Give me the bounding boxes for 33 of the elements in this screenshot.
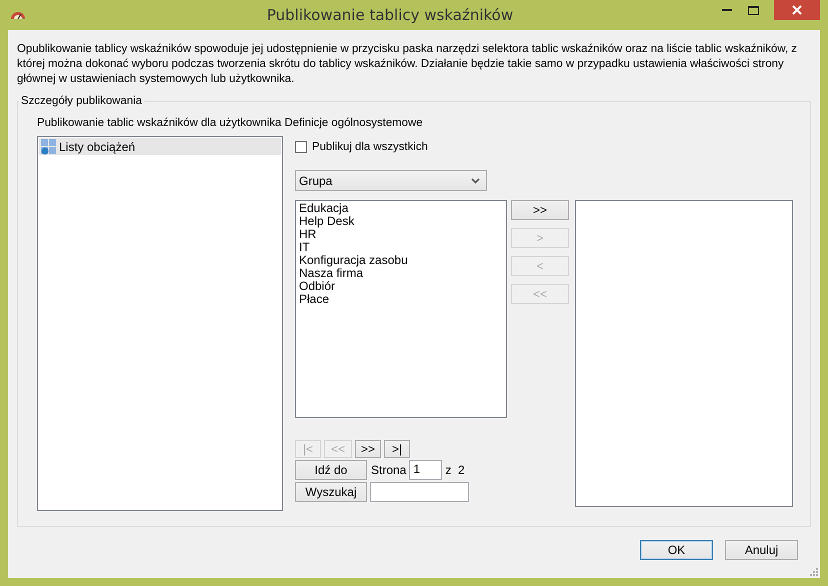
list-item[interactable]: Edukacja (299, 202, 348, 215)
list-item[interactable]: Odbiór (299, 280, 336, 293)
search-button[interactable]: Wyszukaj (295, 482, 367, 502)
list-item[interactable]: Nasza firma (299, 267, 364, 280)
chevron-down-icon (471, 178, 480, 184)
dashboard-icon (41, 138, 57, 154)
list-item[interactable]: IT (299, 241, 310, 254)
pager-button[interactable]: >> (355, 440, 381, 458)
transfer-button[interactable]: >> (511, 200, 569, 220)
tree-item[interactable]: Listy obciążeń (39, 138, 281, 155)
search-field[interactable] (370, 482, 469, 502)
checkbox[interactable] (295, 141, 307, 153)
goto-button[interactable]: Idź do (295, 460, 367, 480)
gauge-icon (10, 10, 26, 20)
window-title: Publikowanie tablicy wskaźników (266, 6, 514, 24)
dialog-button[interactable]: OK (640, 540, 713, 560)
dialog-button[interactable]: Anuluj (725, 540, 798, 560)
maximize-icon[interactable] (748, 6, 758, 14)
page-field[interactable]: 1 (409, 460, 442, 480)
list-item[interactable]: Konfiguracja zasobu (299, 254, 408, 267)
checkbox-label: Publikuj dla wszystkich (312, 141, 428, 153)
group-dropdown[interactable]: Grupa (295, 170, 487, 191)
page-label: Strona (371, 463, 406, 477)
list-item[interactable]: Help Desk (299, 215, 354, 228)
description-text: Opublikowanie tablicy wskaźników spowoduje jej udostępnienie w przycisku paska narzędzi selektora tablic wskaźników oraz na liście tablic wskaźników, z której można dokonać wyboru podczas tworzenia skrótu do tablicy wskaźników. Działanie będzie takie samo w przypadku ustawienia właściwości strony głównej w ustawieniach systemowych lub użytkownika. (17, 42, 798, 87)
page-count: z 2 (445, 463, 465, 477)
pager-button[interactable]: >| (384, 440, 410, 458)
list-item[interactable]: Płace (299, 293, 330, 306)
list-item[interactable]: HR (299, 228, 316, 241)
resize-grip-icon[interactable] (810, 568, 818, 576)
group-title: Szczegóły publikowania (20, 95, 143, 107)
close-icon[interactable] (792, 5, 802, 15)
group-subtitle: Publikowanie tablic wskaźników dla użytkownika Definicje ogólnosystemowe (37, 117, 424, 129)
